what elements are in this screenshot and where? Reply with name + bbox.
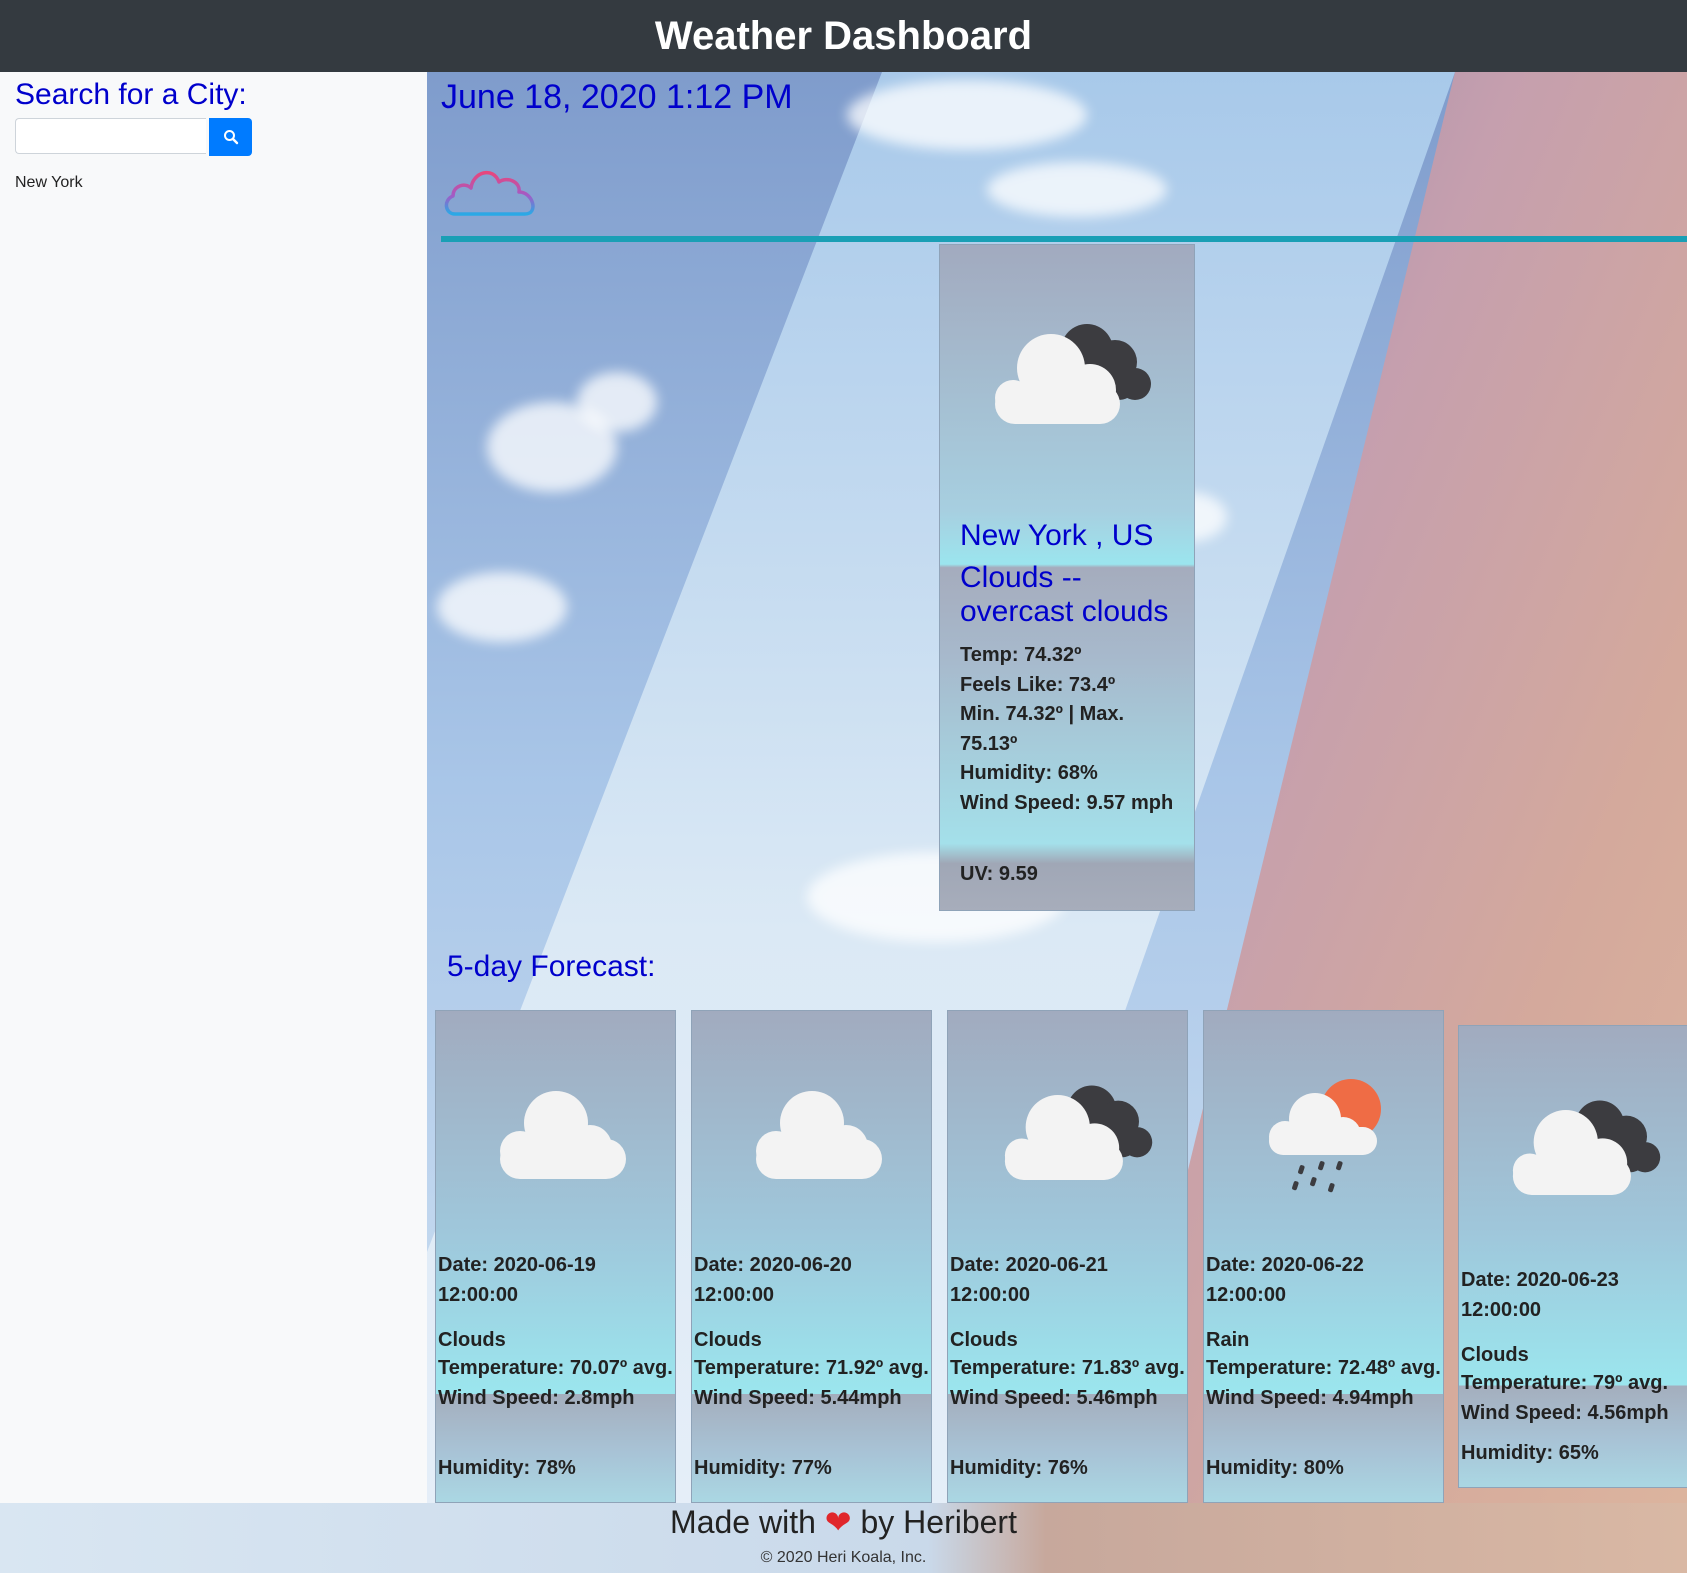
app-title: Weather Dashboard xyxy=(654,13,1033,58)
current-wind: Wind Speed: 9.57 mph xyxy=(960,791,1174,814)
current-temp: Temp: 74.32º xyxy=(960,644,1082,666)
footer-credit: Made with ❤ by Heribert xyxy=(0,1503,1687,1541)
sidebar: Search for a City: New York xyxy=(0,72,427,1503)
forecast-wind: Wind Speed: 2.8mph xyxy=(438,1386,635,1409)
forecast-condition: Rain xyxy=(1206,1329,1250,1351)
search-history-item[interactable]: New York xyxy=(15,174,83,192)
forecast-wind: Wind Speed: 5.46mph xyxy=(950,1386,1158,1409)
current-humidity: Humidity: 68% xyxy=(960,762,1098,784)
forecast-stats: Temperature: 79º avg. Wind Speed: 4.56mp… xyxy=(1461,1369,1687,1428)
overcast-clouds-icon xyxy=(1512,1100,1661,1195)
divider xyxy=(441,236,1687,242)
main-panel: June 18, 2020 1:12 PM New York , US Clou… xyxy=(427,72,1687,1503)
forecast-humidity: Humidity: 65% xyxy=(1461,1442,1599,1464)
cloud-icon xyxy=(756,1091,882,1179)
footer-copyright: © 2020 Heri Koala, Inc. xyxy=(760,1549,927,1566)
forecast-card: Date: 2020-06-21 12:00:00 Clouds Tempera… xyxy=(947,1010,1188,1503)
search-button[interactable] xyxy=(209,118,252,156)
forecast-heading: 5-day Forecast: xyxy=(447,950,656,983)
overcast-clouds-icon xyxy=(1004,1085,1153,1180)
forecast-temperature: Temperature: 70.07º avg. xyxy=(438,1357,673,1379)
forecast-card: Date: 2020-06-20 12:00:00 Clouds Tempera… xyxy=(691,1010,932,1503)
forecast-condition: Clouds xyxy=(1461,1344,1529,1366)
heart-icon: ❤ xyxy=(824,1504,852,1540)
overcast-clouds-icon xyxy=(995,324,1151,424)
forecast-wind: Wind Speed: 4.94mph xyxy=(1206,1386,1414,1409)
forecast-condition: Clouds xyxy=(950,1329,1018,1351)
forecast-humidity: Humidity: 80% xyxy=(1206,1457,1344,1479)
search-heading: Search for a City: xyxy=(15,78,247,111)
forecast-date: Date: 2020-06-23 12:00:00 xyxy=(1461,1269,1619,1321)
forecast-wind: Wind Speed: 5.44mph xyxy=(694,1386,902,1409)
forecast-date: Date: 2020-06-19 12:00:00 xyxy=(438,1254,596,1306)
forecast-wind: Wind Speed: 4.56mph xyxy=(1461,1401,1669,1424)
forecast-date: Date: 2020-06-22 12:00:00 xyxy=(1206,1254,1364,1306)
current-min-max: Min. 74.32º | Max. 75.13º xyxy=(960,703,1125,755)
forecast-temperature: Temperature: 71.92º avg. xyxy=(694,1357,929,1379)
forecast-stats: Temperature: 71.92º avg. Wind Speed: 5.4… xyxy=(694,1354,930,1413)
forecast-humidity: Humidity: 77% xyxy=(694,1457,832,1479)
app-header: Weather Dashboard xyxy=(0,0,1687,72)
forecast-humidity: Humidity: 78% xyxy=(438,1457,576,1479)
current-datetime: June 18, 2020 1:12 PM xyxy=(441,78,793,116)
forecast-temperature: Temperature: 72.48º avg. xyxy=(1206,1357,1441,1379)
forecast-card: Date: 2020-06-19 12:00:00 Clouds Tempera… xyxy=(435,1010,676,1503)
forecast-card: Date: 2020-06-23 12:00:00 Clouds Tempera… xyxy=(1458,1025,1687,1488)
forecast-temperature: Temperature: 79º avg. xyxy=(1461,1372,1669,1394)
forecast-condition: Clouds xyxy=(694,1329,762,1351)
current-weather-card: New York , US Clouds -- overcast clouds … xyxy=(939,244,1195,911)
forecast-card: Date: 2020-06-22 12:00:00 Rain Temperatu… xyxy=(1203,1010,1444,1503)
forecast-stats: Temperature: 70.07º avg. Wind Speed: 2.8… xyxy=(438,1354,674,1413)
current-condition: Clouds -- overcast clouds xyxy=(960,561,1169,628)
footer-made-prefix: Made with xyxy=(670,1504,816,1540)
cloud-outline-icon xyxy=(444,170,535,216)
current-city: New York , US xyxy=(960,519,1154,552)
forecast-stats: Temperature: 71.83º avg. Wind Speed: 5.4… xyxy=(950,1354,1186,1413)
forecast-humidity: Humidity: 76% xyxy=(950,1457,1088,1479)
rain-sun-icon xyxy=(1269,1079,1381,1193)
footer-made-suffix: by Heribert xyxy=(860,1504,1017,1540)
forecast-stats: Temperature: 72.48º avg. Wind Speed: 4.9… xyxy=(1206,1354,1442,1413)
current-uv: UV: 9.59 xyxy=(960,863,1038,885)
current-details: Temp: 74.32º Feels Like: 73.4º Min. 74.3… xyxy=(960,641,1180,818)
cloud-icon xyxy=(500,1091,626,1179)
forecast-condition: Clouds xyxy=(438,1329,506,1351)
forecast-date: Date: 2020-06-21 12:00:00 xyxy=(950,1254,1108,1306)
city-search-input[interactable] xyxy=(15,118,206,154)
footer: Made with ❤ by Heribert © 2020 Heri Koal… xyxy=(0,1503,1687,1573)
forecast-date: Date: 2020-06-20 12:00:00 xyxy=(694,1254,852,1306)
current-feels-like: Feels Like: 73.4º xyxy=(960,673,1116,696)
forecast-temperature: Temperature: 71.83º avg. xyxy=(950,1357,1185,1379)
search-icon xyxy=(223,130,238,145)
